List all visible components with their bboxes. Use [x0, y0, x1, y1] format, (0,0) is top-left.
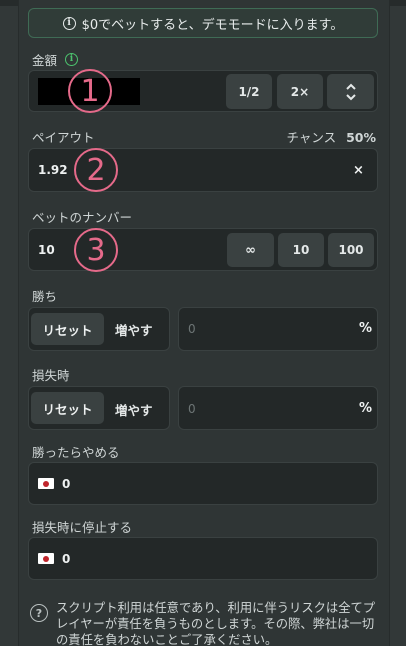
on-loss-percent-input[interactable]	[178, 386, 378, 430]
half-button-label: 1/2	[238, 84, 260, 99]
ten-label: 10	[292, 243, 310, 257]
reset-label: リセット	[42, 401, 93, 417]
on-win-percent-input[interactable]	[178, 307, 378, 351]
question-icon: ?	[30, 604, 48, 622]
on-loss-label: 損失時	[32, 368, 70, 383]
disclaimer-text: スクリプト利用は任意であり、利用に伴うリスクは全てプレイヤーが責任を負うものとし…	[56, 601, 376, 646]
infinite-label: ∞	[245, 242, 256, 258]
jpy-flag-icon	[38, 478, 54, 489]
chevron-up-icon	[345, 83, 356, 90]
hundred-bets-button[interactable]: 100	[328, 233, 374, 267]
marker-number: 2	[86, 152, 106, 188]
on-win-increase-button[interactable]: 増やす	[115, 320, 153, 339]
reset-label: リセット	[42, 322, 93, 338]
annotation-marker-1: 1	[68, 69, 112, 113]
on-win-label: 勝ち	[32, 289, 58, 304]
chevron-down-icon	[345, 93, 356, 100]
marker-number: 3	[86, 232, 106, 268]
half-button[interactable]: 1/2	[226, 74, 272, 109]
amount-info-icon[interactable]: i	[65, 53, 79, 66]
stop-on-loss-input[interactable]	[28, 537, 378, 580]
stop-on-profit-label: 勝ったらやめる	[32, 445, 120, 460]
stop-on-profit-value: 0	[62, 477, 71, 491]
payout-clear-icon[interactable]: ×	[353, 163, 364, 178]
chance-label: チャンス	[286, 130, 337, 145]
on-loss-reset-button[interactable]: リセット	[31, 392, 104, 424]
amount-label: 金額	[32, 53, 58, 68]
payout-value: 1.92	[38, 163, 68, 177]
ten-bets-button[interactable]: 10	[278, 233, 324, 267]
info-icon: i	[62, 16, 76, 30]
jpy-flag-icon	[38, 553, 54, 564]
on-loss-percent-unit: %	[359, 401, 373, 416]
on-win-percent-unit: %	[359, 321, 373, 336]
payout-label: ペイアウト	[32, 130, 95, 145]
chance-row: チャンス 50%	[286, 127, 376, 146]
demo-mode-notice: i $0でベットすると、デモモードに入ります。	[28, 8, 378, 38]
double-button-label: 2×	[290, 84, 310, 99]
amount-label-row: 金額 i	[32, 50, 79, 69]
on-loss-increase-button[interactable]: 増やす	[115, 400, 153, 419]
marker-number: 1	[80, 73, 100, 109]
on-win-percent-placeholder: 0	[188, 322, 196, 336]
stop-on-loss-label: 損失時に停止する	[32, 520, 133, 535]
on-win-reset-button[interactable]: リセット	[31, 313, 104, 345]
infinite-bets-button[interactable]: ∞	[227, 233, 274, 267]
double-button[interactable]: 2×	[277, 74, 323, 109]
chance-value: 50%	[346, 130, 376, 145]
hundred-label: 100	[338, 243, 364, 257]
on-loss-percent-placeholder: 0	[188, 402, 196, 416]
annotation-marker-3: 3	[74, 228, 118, 272]
stop-on-loss-value: 0	[62, 552, 71, 566]
amount-stepper-button[interactable]	[327, 74, 374, 109]
bet-count-label: ベットのナンバー	[32, 210, 133, 225]
bet-count-value: 10	[38, 243, 55, 257]
notice-text: $0でベットすると、デモモードに入ります。	[81, 17, 344, 33]
annotation-marker-2: 2	[74, 148, 118, 192]
stop-on-profit-input[interactable]	[28, 462, 378, 505]
